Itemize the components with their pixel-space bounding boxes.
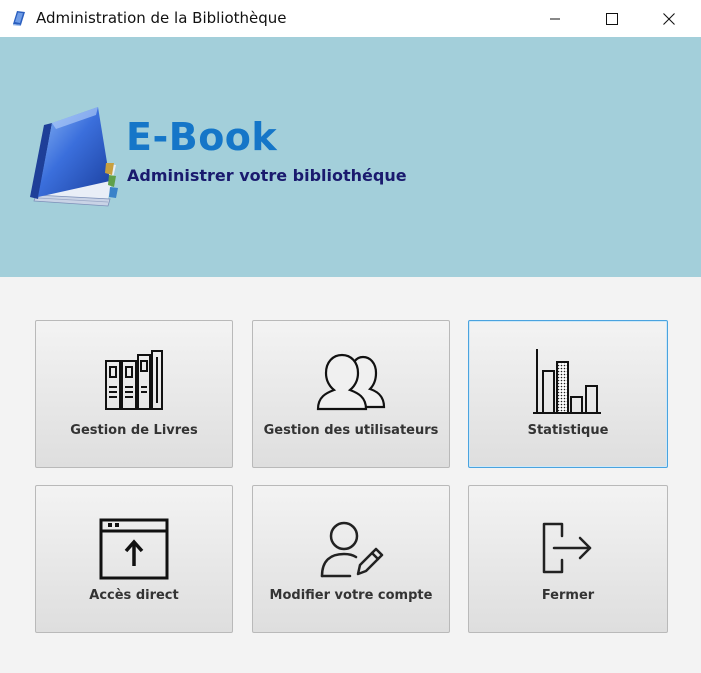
manage-books-label: Gestion de Livres — [70, 423, 198, 438]
close-app-label: Fermer — [541, 588, 595, 603]
ebook-logo-icon — [30, 107, 118, 207]
manage-books-button[interactable]: Gestion de Livres — [35, 320, 233, 468]
header-banner: E-Book Administrer votre bibliothéque — [0, 37, 701, 277]
window-title: Administration de la Bibliothèque — [36, 9, 287, 27]
minimize-icon — [549, 18, 560, 19]
manage-users-button[interactable]: Gestion des utilisateurs — [252, 320, 450, 468]
direct-access-label: Accès direct — [89, 588, 179, 603]
maximize-button[interactable] — [583, 0, 640, 37]
direct-access-button[interactable]: Accès direct — [35, 485, 233, 633]
window-upload-icon — [99, 518, 169, 580]
books-icon — [105, 350, 163, 410]
manage-users-label: Gestion des utilisateurs — [263, 423, 439, 438]
close-button[interactable] — [640, 0, 697, 37]
edit-account-label: Modifier votre compte — [269, 588, 433, 603]
minimize-button[interactable] — [526, 0, 583, 37]
statistics-button[interactable]: Statistique — [468, 320, 668, 468]
maximize-icon — [605, 12, 618, 25]
brand-title: E-Book — [126, 115, 278, 159]
users-icon — [316, 353, 386, 411]
app-book-icon — [13, 11, 25, 26]
title-bar: Administration de la Bibliothèque — [0, 0, 701, 38]
close-app-button[interactable]: Fermer — [468, 485, 668, 633]
statistics-label: Statistique — [527, 423, 609, 438]
exit-icon — [542, 522, 592, 574]
bar-chart-icon — [533, 349, 601, 414]
brand-subtitle: Administrer votre bibliothéque — [127, 166, 407, 185]
close-icon — [662, 12, 675, 25]
edit-account-button[interactable]: Modifier votre compte — [252, 485, 450, 633]
user-edit-icon — [320, 521, 384, 578]
